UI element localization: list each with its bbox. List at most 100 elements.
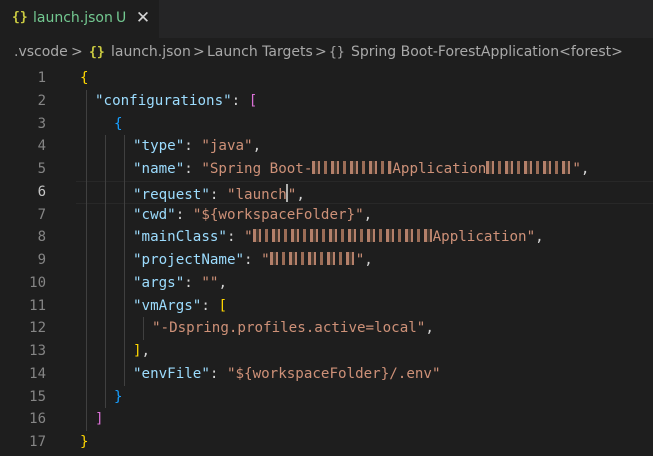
indent-guide [86,89,87,431]
code-token: : [175,206,193,223]
code-line[interactable]: 11 "vmArgs": [ [0,295,653,318]
code-text: ], [133,343,150,359]
line-number: 13 [29,343,46,359]
code-token: , [363,206,373,223]
line-number: 12 [29,320,46,337]
code-text: "mainClass": " Application", [133,229,544,245]
code-text: "configurations": [ [95,93,257,109]
code-token: , [296,186,305,203]
code-token: "projectName" [133,252,245,268]
code-token: ] [133,343,142,359]
breadcrumb-item-launch-json[interactable]: launch.json [111,44,191,60]
breadcrumb-item-launch-targets[interactable]: Launch Targets [207,44,313,60]
redacted-text-image [486,161,573,174]
json-braces-icon: {} [12,10,28,25]
code-token: "args" [133,274,185,291]
code-token: "envFile" [133,365,210,382]
code-line[interactable]: 6 "request": "launch", [0,180,653,204]
code-token: " [572,161,581,177]
code-token: ] [95,411,104,428]
code-text: "type": "java", [133,138,261,154]
code-token: "mainClass" [133,229,227,246]
code-token: " [261,252,270,268]
code-line[interactable]: 12 "-Dspring.profiles.active=local", [0,317,653,340]
code-text: ] [95,411,104,427]
line-number: 10 [29,274,46,291]
line-number: 1 [37,70,46,86]
tab-label: launch.json [33,10,113,26]
code-token: { [114,115,123,132]
code-text: "cwd": "${workspaceFolder}", [133,207,372,223]
code-line[interactable]: 1{ [0,67,653,90]
code-token: : [231,92,249,109]
code-token: " [355,252,365,268]
code-text: "vmArgs": [ [133,298,227,314]
line-number: 17 [29,434,46,450]
code-token: "${workspaceFolder}/.env" [226,365,441,382]
indent-guide [143,317,144,340]
code-line[interactable]: 3{ [0,113,653,136]
code-line[interactable]: 16] [0,408,653,431]
code-text: "request": "launch", [133,183,305,203]
code-token: , [580,161,590,177]
code-line[interactable]: 8 "mainClass": " Application", [0,226,653,249]
line-number: 9 [37,252,46,268]
code-line[interactable]: 17} [0,431,653,454]
code-token: "cwd" [133,206,176,223]
code-line[interactable]: 9 "projectName": " ", [0,249,653,272]
code-token: : [201,297,219,314]
indent-guide [124,135,125,386]
code-text: "-Dspring.profiles.active=local", [152,320,434,336]
breadcrumb-item-vscode[interactable]: .vscode [14,44,68,60]
breadcrumb-item-configuration[interactable]: Spring Boot-ForestApplication<forest> [351,44,623,60]
tab-launch-json[interactable]: {} launch.json U ✕ [0,0,159,38]
breadcrumb-separator-icon: > [193,44,205,60]
code-token: [ [218,297,227,314]
code-token: Application" [432,229,536,246]
code-line[interactable]: 10 "args": "", [0,272,653,295]
redacted-text-image [269,252,356,265]
object-braces-icon: {} [329,45,345,60]
code-token: "Spring Boot- [201,161,313,177]
code-text: "name": "Spring Boot- Application ", [133,161,589,177]
code-token: } [114,388,123,405]
code-line[interactable]: 14 "envFile": "${workspaceFolder}/.env" [0,363,653,386]
code-line[interactable]: 5 "name": "Spring Boot- Application ", [0,158,653,181]
code-token: "" [201,274,219,291]
code-token: " [244,229,253,246]
code-token: Application [392,161,487,177]
code-token: "java" [201,138,253,155]
code-text: "args": "", [133,275,227,291]
code-line[interactable]: 4 "type": "java", [0,135,653,158]
code-token: "-Dspring.profiles.active=local" [152,320,426,337]
code-line[interactable]: 15} [0,386,653,409]
redacted-text-image [312,161,393,174]
code-token: , [252,138,262,155]
redacted-text-image [252,229,433,243]
line-number: 8 [37,229,46,246]
code-token: { [80,70,89,86]
code-token: : [209,365,227,382]
code-token: , [218,274,227,291]
line-number: 7 [37,206,46,223]
code-text: } [114,389,123,405]
code-token: "${workspaceFolder}" [192,206,364,223]
code-token: "type" [133,138,185,155]
code-token: : [244,252,262,268]
code-editor[interactable]: 1{2 "configurations": [3{4 "type": "java",… [0,66,653,456]
code-line[interactable]: 7 "cwd": "${workspaceFolder}", [0,204,653,227]
json-braces-icon: {} [89,45,105,60]
line-number: 16 [29,411,46,428]
code-text: { [80,70,89,86]
code-token: "name" [133,161,185,177]
code-token: } [80,434,89,450]
code-text: "projectName": " ", [133,252,373,268]
code-token: , [535,229,544,246]
code-token: [ [248,92,258,109]
code-text: "envFile": "${workspaceFolder}/.env" [133,366,441,382]
code-line[interactable]: 13], [0,340,653,363]
code-token: : [226,229,245,246]
code-token: "vmArgs" [133,297,202,314]
code-line[interactable]: 2 "configurations": [ [0,90,653,113]
close-tab-icon[interactable]: ✕ [135,8,151,28]
